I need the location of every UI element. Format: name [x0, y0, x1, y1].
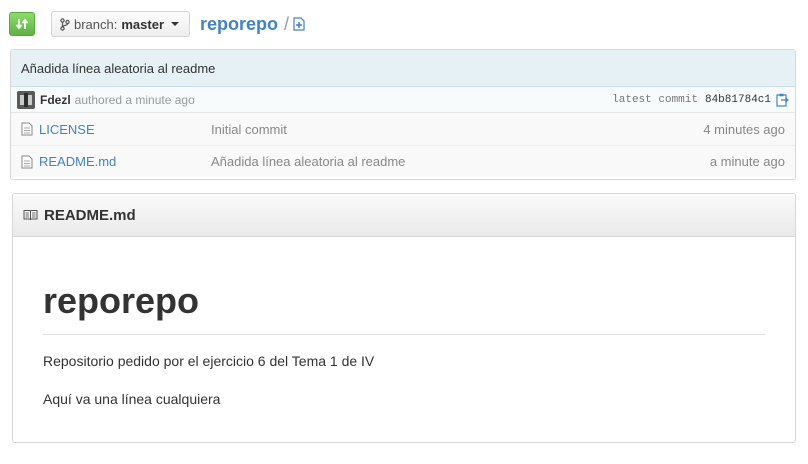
book-icon — [23, 209, 38, 221]
latest-commit-label: latest commit — [612, 93, 698, 106]
readme-panel: README.md reporepo Repositorio pedido po… — [12, 193, 796, 443]
commit-authored-time: authored a minute ago — [74, 92, 195, 107]
branch-name: master — [121, 16, 165, 32]
readme-header: README.md — [13, 194, 795, 237]
file-name-link[interactable]: LICENSE — [39, 122, 211, 137]
commit-message-text: Añadida línea aleatoria al readme — [21, 60, 216, 76]
readme-filename: README.md — [44, 206, 136, 224]
readme-paragraph: Aquí va una línea cualquiera — [43, 391, 221, 407]
file-name-link[interactable]: README.md — [39, 154, 211, 169]
branch-selector[interactable]: branch: master — [51, 11, 191, 37]
commit-author[interactable]: Fdezl — [40, 93, 71, 107]
file-row: README.md Añadida línea aleatoria al rea… — [11, 145, 795, 177]
add-file-icon[interactable] — [293, 17, 305, 31]
repo-name-link[interactable]: reporepo — [200, 14, 278, 35]
avatar[interactable] — [17, 90, 35, 109]
commit-sha[interactable]: 84b81784c1 — [705, 94, 771, 106]
file-row: LICENSE Initial commit 4 minutes ago — [11, 113, 795, 145]
file-commit-message[interactable]: Añadida línea aleatoria al readme — [211, 154, 710, 169]
repo-toolbar: branch: master reporepo / — [9, 11, 305, 37]
path-separator: / — [284, 13, 290, 34]
readme-content: reporepo Repositorio pedido por el ejerc… — [13, 279, 795, 407]
commit-meta: Fdezl authored a minute ago latest commi… — [11, 87, 795, 113]
file-browser: Añadida línea aleatoria al readme Fdezl … — [10, 49, 796, 180]
chevron-down-icon — [171, 22, 180, 26]
file-icon — [21, 155, 35, 169]
compare-button[interactable] — [9, 12, 35, 36]
branch-prefix: branch: — [74, 16, 118, 32]
file-commit-message[interactable]: Initial commit — [211, 122, 703, 137]
file-icon — [21, 122, 35, 136]
clipboard-icon[interactable] — [776, 93, 789, 107]
branch-icon — [60, 17, 70, 31]
file-age: a minute ago — [709, 154, 785, 169]
compare-icon — [15, 17, 29, 31]
readme-paragraph: Repositorio pedido por el ejercicio 6 de… — [43, 353, 375, 369]
file-age: 4 minutes ago — [703, 121, 785, 137]
commit-message: Añadida línea aleatoria al readme — [11, 50, 795, 87]
readme-heading: reporepo — [43, 279, 765, 335]
